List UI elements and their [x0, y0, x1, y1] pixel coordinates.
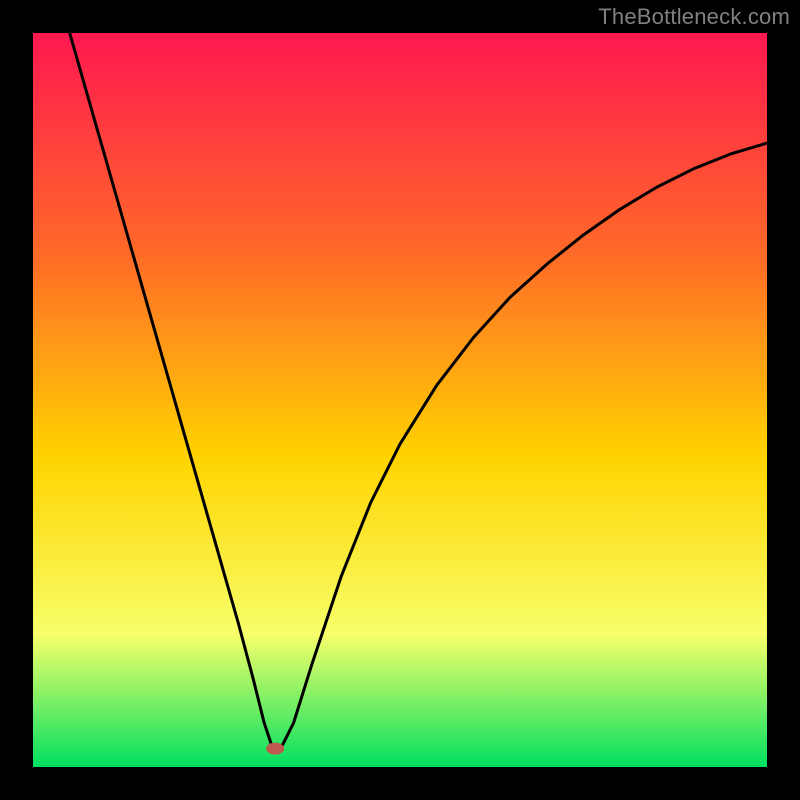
bottleneck-chart [0, 0, 800, 800]
chart-container: TheBottleneck.com [0, 0, 800, 800]
plot-area [33, 33, 767, 767]
minimum-marker [266, 743, 284, 755]
watermark-text: TheBottleneck.com [598, 4, 790, 30]
